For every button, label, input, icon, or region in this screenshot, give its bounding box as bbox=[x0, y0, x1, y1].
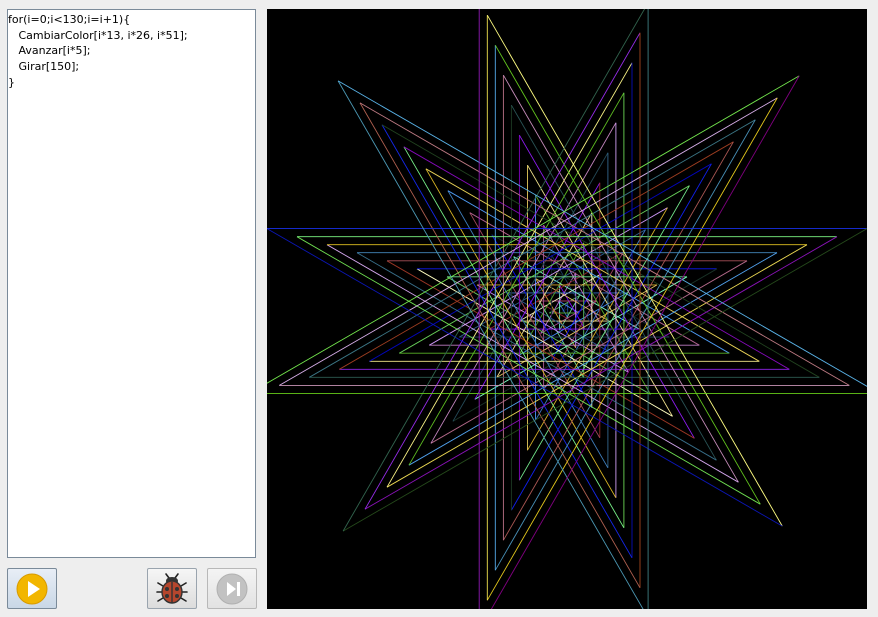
turtle-line bbox=[416, 268, 673, 417]
code-text[interactable]: for(i=0;i<130;i=i+1){ CambiarColor[i*13,… bbox=[8, 10, 255, 91]
turtle-line bbox=[551, 273, 602, 361]
turtle-line bbox=[519, 273, 602, 322]
turtle-line bbox=[364, 236, 838, 510]
code-line: CambiarColor[i*13, i*26, i*51]; bbox=[8, 28, 188, 42]
step-button[interactable] bbox=[207, 568, 257, 609]
debug-button[interactable] bbox=[147, 568, 197, 609]
code-editor[interactable]: for(i=0;i<130;i=i+1){ CambiarColor[i*13,… bbox=[7, 9, 256, 558]
turtle-line bbox=[326, 244, 739, 483]
ladybug-icon bbox=[156, 572, 188, 604]
turtle-canvas[interactable] bbox=[267, 9, 867, 609]
code-line: } bbox=[8, 75, 15, 89]
turtle-line bbox=[364, 32, 641, 510]
turtle-line bbox=[386, 62, 633, 488]
turtle-line bbox=[342, 228, 867, 532]
run-button[interactable] bbox=[7, 568, 57, 609]
play-icon bbox=[16, 573, 48, 604]
turtle-line bbox=[339, 141, 734, 370]
turtle-line bbox=[503, 74, 739, 483]
turtle-line bbox=[535, 194, 651, 395]
step-forward-icon bbox=[216, 573, 248, 604]
turtle-line bbox=[474, 182, 601, 400]
code-line: Girar[150]; bbox=[8, 60, 80, 74]
code-line: Avanzar[i*5]; bbox=[8, 44, 91, 58]
turtle-line bbox=[513, 256, 585, 379]
turtle-drawing bbox=[267, 9, 867, 609]
turtle-line bbox=[559, 284, 585, 329]
turtle-line bbox=[486, 14, 783, 527]
turtle-line bbox=[503, 141, 734, 541]
code-line: for(i=0;i<130;i=i+1){ bbox=[8, 13, 131, 26]
